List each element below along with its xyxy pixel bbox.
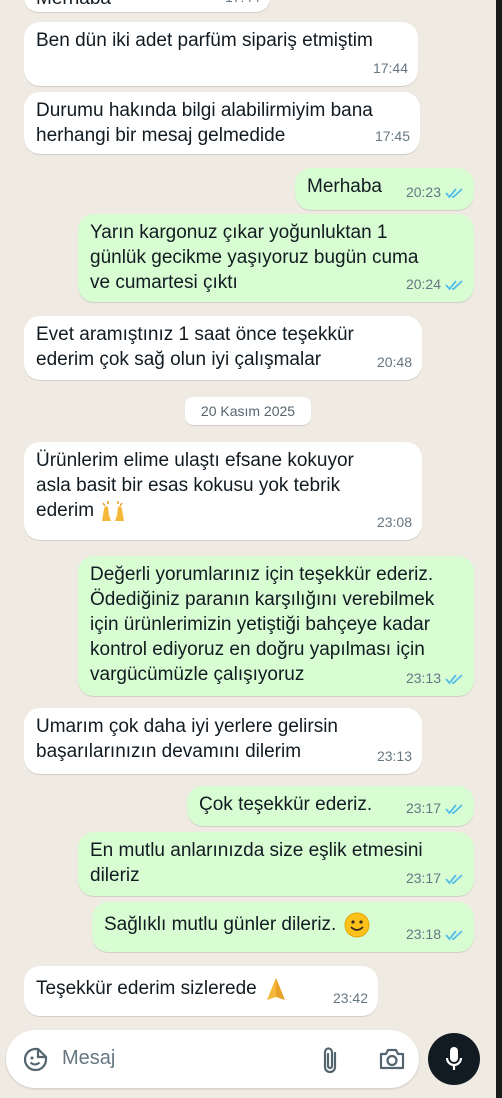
smiling-face-icon [344,912,370,938]
message-line: Değerli yorumlarınız için teşekkür ederi… [90,564,434,585]
message-line: Evet aramıştınız 1 saat önce teşekkür [36,324,354,345]
message-bubble[interactable]: Umarım çok daha iyi yerlere gelirsin baş… [24,708,422,774]
message-bubble-partial[interactable]: Merhaba 17:44 [24,0,270,12]
message-line: En mutlu anlarınızda size eşlik etmesini [90,840,423,861]
read-ticks-icon [445,279,463,290]
message-time: 23:17 [406,796,464,821]
message-bubble[interactable]: Ürünlerim elime ulaştı efsane kokuyor as… [24,442,422,540]
message-time: 23:08 [377,510,412,535]
time-label: 23:13 [376,748,412,764]
time-label: 17:44 [225,0,260,10]
time-label: 20:24 [405,276,441,292]
folded-hands-icon [266,978,285,1000]
raising-hands-icon [102,500,125,521]
time-label: 23:17 [405,800,441,816]
message-bubble[interactable]: Çok teşekkür ederiz. 23:17 [187,786,474,826]
message-line: Umarım çok daha iyi yerlere gelirsin [36,716,338,737]
message-text: Durumu hakında bilgi alabilirmiyim bana … [36,98,373,148]
message-text: En mutlu anlarınızda size eşlik etmesini… [90,838,423,888]
message-time: 23:17 [406,866,464,891]
message-line: Yarın kargonuz çıkar yoğunluktan 1 [90,222,388,243]
message-text: Değerli yorumlarınız için teşekkür ederi… [90,562,434,687]
time-label: 20:23 [405,184,441,200]
message-line: ederim [36,500,95,521]
message-text: Umarım çok daha iyi yerlere gelirsin baş… [36,714,338,764]
message-line: günlük gecikme yaşıyoruz bugün cuma [90,247,419,268]
message-time: 20:48 [377,350,412,375]
read-ticks-icon [445,873,463,884]
message-time: 23:18 [406,922,464,947]
message-line: vargücümüzle çalışıyoruz [90,664,305,685]
message-bubble[interactable]: Teşekkür ederim sizlerede 23:42 [24,966,378,1016]
message-time: 17:45 [375,124,410,149]
message-line: ve cumartesi çıktı [90,272,238,293]
message-text: Sağlıklı mutlu günler dileriz. [104,912,370,938]
message-line: ederim çok sağ olun iyi çalışmalar [36,349,322,370]
message-line: herhangi bir mesaj gelmedide [36,125,286,146]
message-input[interactable]: Mesaj [62,1047,115,1070]
message-line: kontrol ediyoruz en doğru yapılması için [90,639,425,660]
message-line: başarılarınızın devamını dilerim [36,741,302,762]
time-label: 20:48 [376,354,412,370]
time-label: 17:44 [372,60,408,76]
chat-area[interactable]: Merhaba 17:44 Ben dün iki adet parfüm si… [0,0,496,1098]
message-time: 17:44 [225,0,260,10]
mic-icon [445,1047,463,1070]
message-bubble[interactable]: Ben dün iki adet parfüm sipariş etmiştim… [24,22,418,86]
message-composer[interactable]: Mesaj [6,1030,419,1088]
camera-icon[interactable] [378,1047,406,1071]
message-bubble[interactable]: Değerli yorumlarınız için teşekkür ederi… [78,556,474,696]
time-label: 17:45 [374,128,410,144]
message-bubble[interactable]: Evet aramıştınız 1 saat önce teşekkür ed… [24,316,422,380]
date-separator: 20 Kasım 2025 [185,397,311,425]
screen-edge [496,0,502,1098]
message-text: Ürünlerim elime ulaştı efsane kokuyor as… [36,448,354,523]
read-ticks-icon [445,673,463,684]
message-bubble[interactable]: Sağlıklı mutlu günler dileriz. 23:18 [92,902,474,952]
message-bubble[interactable]: Yarın kargonuz çıkar yoğunluktan 1 günlü… [78,214,474,302]
message-line: Ürünlerim elime ulaştı efsane kokuyor [36,450,354,471]
read-ticks-icon [445,803,463,814]
message-line: dileriz [90,865,140,886]
message-text: Ben dün iki adet parfüm sipariş etmiştim [36,30,373,51]
message-time: 20:24 [406,272,464,297]
sticker-icon[interactable] [23,1047,48,1072]
read-ticks-icon [445,187,463,198]
message-time: 23:42 [333,986,368,1011]
message-line: Teşekkür ederim sizlerede [36,978,257,1000]
message-text: Çok teşekkür ederiz. [199,794,373,815]
message-line: asla basit bir esas kokusu yok tebrik [36,475,341,496]
message-bubble[interactable]: Merhaba 20:23 [295,168,474,210]
message-bubble[interactable]: Durumu hakında bilgi alabilirmiyim bana … [24,92,420,154]
time-label: 23:13 [405,670,441,686]
message-time: 23:13 [406,666,464,691]
message-line: için ürünlerimizin yetiştiği bahçeye kad… [90,614,431,635]
time-label: 23:18 [405,926,441,942]
message-text: Yarın kargonuz çıkar yoğunluktan 1 günlü… [90,220,418,295]
message-time: 23:13 [377,744,412,769]
read-ticks-icon [445,929,463,940]
message-time: 20:23 [406,180,464,205]
voice-message-button[interactable] [428,1033,480,1085]
attach-icon[interactable] [321,1045,339,1075]
time-label: 23:17 [405,870,441,886]
message-line: Sağlıklı mutlu günler dileriz. [104,914,337,936]
message-text: Evet aramıştınız 1 saat önce teşekkür ed… [36,322,354,372]
message-line: Durumu hakında bilgi alabilirmiyim bana [36,100,373,121]
message-line: Ödediğiniz paranın karşılığını verebilme… [90,589,435,610]
message-bubble[interactable]: En mutlu anlarınızda size eşlik etmesini… [78,832,474,896]
message-text: Merhaba [307,176,382,197]
message-text: Merhaba [36,0,111,11]
time-label: 23:08 [376,514,412,530]
time-label: 23:42 [332,990,368,1006]
message-text: Teşekkür ederim sizlerede [36,976,288,1002]
message-time: 17:44 [373,56,408,81]
